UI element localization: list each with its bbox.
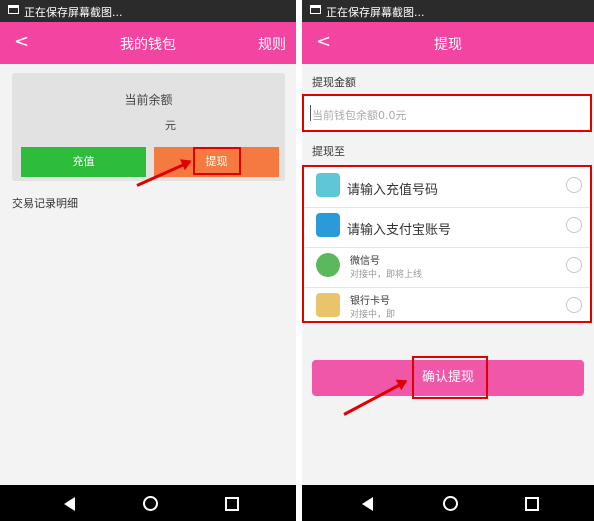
status-text: 正在保存屏幕截图... — [326, 6, 425, 19]
amount-section-label: 提现金额 — [312, 76, 356, 89]
highlight-box — [193, 147, 241, 175]
recharge-icon — [316, 173, 340, 197]
records-label: 交易记录明细 — [12, 197, 78, 210]
page-title: 我的钱包 — [120, 37, 176, 53]
nav-home-icon[interactable] — [443, 496, 458, 511]
destination-label: 微信号 — [350, 256, 380, 267]
screenshot-icon — [310, 5, 321, 14]
screenshot-icon — [8, 5, 19, 14]
radio-button[interactable] — [566, 297, 582, 313]
balance-card: 当前余额 元 充值 提现 — [12, 73, 285, 181]
balance-unit: 元 — [165, 119, 176, 132]
wechat-icon — [316, 253, 340, 277]
rules-link[interactable]: 规则 — [258, 34, 286, 54]
nav-home-icon[interactable] — [143, 496, 158, 511]
page-title: 提现 — [434, 37, 462, 53]
nav-back-icon[interactable] — [64, 497, 75, 511]
destination-status: 对接中，即 — [350, 310, 396, 320]
nav-back-icon[interactable] — [362, 497, 373, 511]
destination-label: 银行卡号 — [350, 296, 390, 307]
balance-label: 当前余额 — [124, 93, 173, 107]
text-caret — [310, 105, 311, 121]
radio-button[interactable] — [566, 217, 582, 233]
destination-label: 请输入充值号码 — [347, 183, 439, 198]
destination-row-bank[interactable]: 银行卡号 对接中，即 — [304, 287, 590, 327]
destination-row-alipay[interactable]: 请输入支付宝账号 — [304, 207, 590, 248]
radio-button[interactable] — [566, 177, 582, 193]
destination-row-recharge[interactable]: 请输入充值号码 — [304, 167, 590, 208]
recharge-button[interactable]: 充值 — [21, 147, 146, 177]
destination-label: 请输入支付宝账号 — [347, 223, 452, 238]
alipay-icon — [316, 213, 340, 237]
withdraw-header: < 提现 — [302, 22, 594, 64]
status-text: 正在保存屏幕截图... — [24, 6, 123, 19]
destination-list: 请输入充值号码 请输入支付宝账号 微信号 对接中，即将上线 银行卡号 对接中，即 — [302, 165, 592, 323]
nav-bar — [0, 485, 296, 521]
amount-placeholder: 当前钱包余额0.0元 — [312, 109, 407, 122]
withdraw-screen: 正在保存屏幕截图... < 提现 提现金额 当前钱包余额0.0元 提现至 请输入… — [302, 0, 594, 521]
nav-bar — [302, 485, 594, 521]
status-bar: 正在保存屏幕截图... — [0, 0, 296, 22]
status-bar: 正在保存屏幕截图... — [302, 0, 594, 22]
nav-recent-icon[interactable] — [525, 497, 539, 511]
destination-status: 对接中，即将上线 — [350, 270, 423, 280]
radio-button[interactable] — [566, 257, 582, 273]
wallet-screen: 正在保存屏幕截图... < 我的钱包 规则 当前余额 元 充值 提现 交易记录明… — [0, 0, 296, 521]
bank-card-icon — [316, 293, 340, 317]
destination-section-label: 提现至 — [312, 145, 345, 158]
destination-row-wechat[interactable]: 微信号 对接中，即将上线 — [304, 247, 590, 288]
nav-recent-icon[interactable] — [225, 497, 239, 511]
amount-input[interactable]: 当前钱包余额0.0元 — [302, 94, 592, 132]
wallet-header: < 我的钱包 规则 — [0, 22, 296, 64]
highlight-box — [412, 356, 488, 399]
